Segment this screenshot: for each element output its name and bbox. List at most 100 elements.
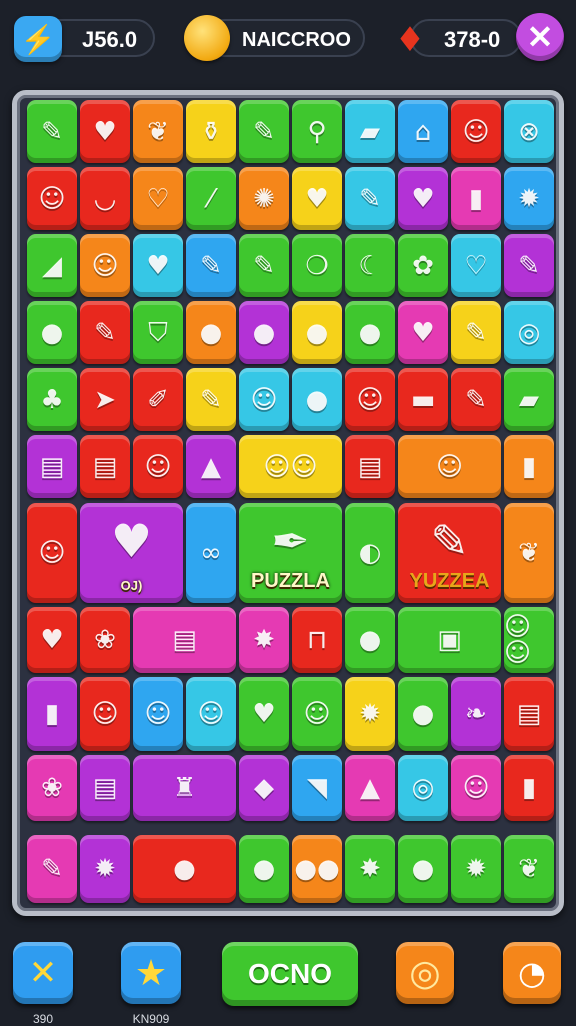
board-tile[interactable]: ☺ [27,167,77,230]
board-tile[interactable]: ✸ [345,835,395,903]
board-tile[interactable]: ▮ [504,755,554,821]
board-tile[interactable]: ✹ [345,677,395,751]
board-tile[interactable]: ⊗ [504,100,554,163]
board-tile[interactable]: ● [133,835,236,903]
board-tile[interactable]: ♥ [398,167,448,230]
board-tile[interactable]: ▲ [345,755,395,821]
board-tile[interactable]: ✺ [239,167,289,230]
board-tile[interactable]: ● [398,835,448,903]
board-tile[interactable]: ✿ [398,234,448,297]
board-tile[interactable]: ❦ [133,100,183,163]
board-tile[interactable]: ☺ [292,677,342,751]
special-tile-yuzzea[interactable]: ✎ YUZZEA [398,503,501,603]
board-tile[interactable]: ✎ [451,368,501,431]
board-tile[interactable]: ☺ [133,677,183,751]
board-tile[interactable]: ◐ [345,503,395,603]
close-icon[interactable]: ✕ [516,13,564,61]
board-tile[interactable]: ✎ [239,234,289,297]
board-tile[interactable]: ◎ [398,755,448,821]
board-tile[interactable]: ✎ [451,301,501,364]
board-tile[interactable]: ● [186,301,236,364]
board-tile[interactable]: ▮ [451,167,501,230]
board-tile[interactable]: ♥ [133,234,183,297]
board-tile[interactable]: ● [345,607,395,673]
board-tile[interactable]: ✎ [27,835,77,903]
board-tile[interactable]: ◆ [239,755,289,821]
board-tile[interactable]: ● [27,301,77,364]
board-tile[interactable]: ∞ [186,503,236,603]
board-tile[interactable]: ● [292,301,342,364]
board-tile[interactable]: ♥ [80,100,130,163]
board-tile[interactable]: ☺☺ [504,607,554,673]
board-tile[interactable]: ◡ [80,167,130,230]
board-tile[interactable]: ● [239,835,289,903]
board-tile[interactable]: ♥ [398,301,448,364]
board-tile[interactable]: ●● [292,835,342,903]
board-tile[interactable]: ▬ [398,368,448,431]
board-tile[interactable]: ☾ [345,234,395,297]
board-tile[interactable]: ✹ [451,835,501,903]
board-tile[interactable]: ♥ [27,607,77,673]
special-tile-chain[interactable]: ♥ OJ) [80,503,183,603]
board-tile[interactable]: ♥ [292,167,342,230]
lightning-icon[interactable]: ⚡ [14,16,62,62]
board-tile[interactable]: ⛉ [133,301,183,364]
board-tile[interactable]: ◢ [27,234,77,297]
board-tile[interactable]: ● [398,677,448,751]
board-tile[interactable]: ✎ [504,234,554,297]
board-tile[interactable]: ☺ [345,368,395,431]
board-tile[interactable]: ▰ [345,100,395,163]
board-tile[interactable]: ● [345,301,395,364]
board-tile[interactable]: ☺ [398,435,501,498]
star-icon[interactable]: ★ [121,942,181,1004]
timer-icon[interactable]: ◔ [503,942,561,1004]
board-tile[interactable]: ▤ [133,607,236,673]
board-tile[interactable]: ♥ [239,677,289,751]
board-tile[interactable]: ▤ [504,677,554,751]
board-tile[interactable]: ▤ [345,435,395,498]
board-tile[interactable]: ✐ [133,368,183,431]
board-tile[interactable]: ✎ [345,167,395,230]
board-tile[interactable]: ✎ [186,368,236,431]
board-tile[interactable]: ⚲ [292,100,342,163]
board-tile[interactable]: ☺ [80,677,130,751]
board-tile[interactable]: ♣ [27,368,77,431]
board-tile[interactable]: ❍ [292,234,342,297]
board-tile[interactable]: ❀ [80,607,130,673]
board-tile[interactable]: ☺ [80,234,130,297]
board-tile[interactable]: ▮ [504,435,554,498]
board-tile[interactable]: ⚱ [186,100,236,163]
board-tile[interactable]: ➤ [80,368,130,431]
board-tile[interactable]: ❦ [504,503,554,603]
spiral-icon[interactable]: ◎ [396,942,454,1004]
board-tile[interactable]: ✎ [80,301,130,364]
board-tile[interactable]: ✹ [504,167,554,230]
board-tile[interactable]: ✸ [239,607,289,673]
board-tile[interactable]: ❦ [504,835,554,903]
board-tile[interactable]: ☺ [451,755,501,821]
board-tile[interactable]: ▤ [27,435,77,498]
board-tile[interactable]: ◥ [292,755,342,821]
board-tile[interactable]: ▤ [80,435,130,498]
board-tile[interactable]: ⊓ [292,607,342,673]
special-tile-puzzla[interactable]: ✒ PUZZLA [239,503,342,603]
board-tile[interactable]: ❀ [27,755,77,821]
crossed-tools-icon[interactable]: ✕ [13,942,73,1004]
board-tile[interactable]: ☺ [239,368,289,431]
board-tile[interactable]: ▣ [398,607,501,673]
board-tile[interactable]: ✎ [186,234,236,297]
board-tile[interactable]: ▰ [504,368,554,431]
board-tile[interactable]: ☺ [451,100,501,163]
board-tile[interactable]: ▮ [27,677,77,751]
board-tile[interactable]: ♜ [133,755,236,821]
board-tile[interactable]: ☺ [27,503,77,603]
board-tile[interactable]: ✹ [80,835,130,903]
board-tile[interactable]: ❧ [451,677,501,751]
board-tile[interactable]: ☺ [133,435,183,498]
board-tile[interactable]: ✎ [27,100,77,163]
board-tile[interactable]: ✎ [239,100,289,163]
board-tile[interactable]: ◎ [504,301,554,364]
board-tile[interactable]: ⌂ [398,100,448,163]
board-tile[interactable]: ⁄ [186,167,236,230]
board-tile[interactable]: ▤ [80,755,130,821]
